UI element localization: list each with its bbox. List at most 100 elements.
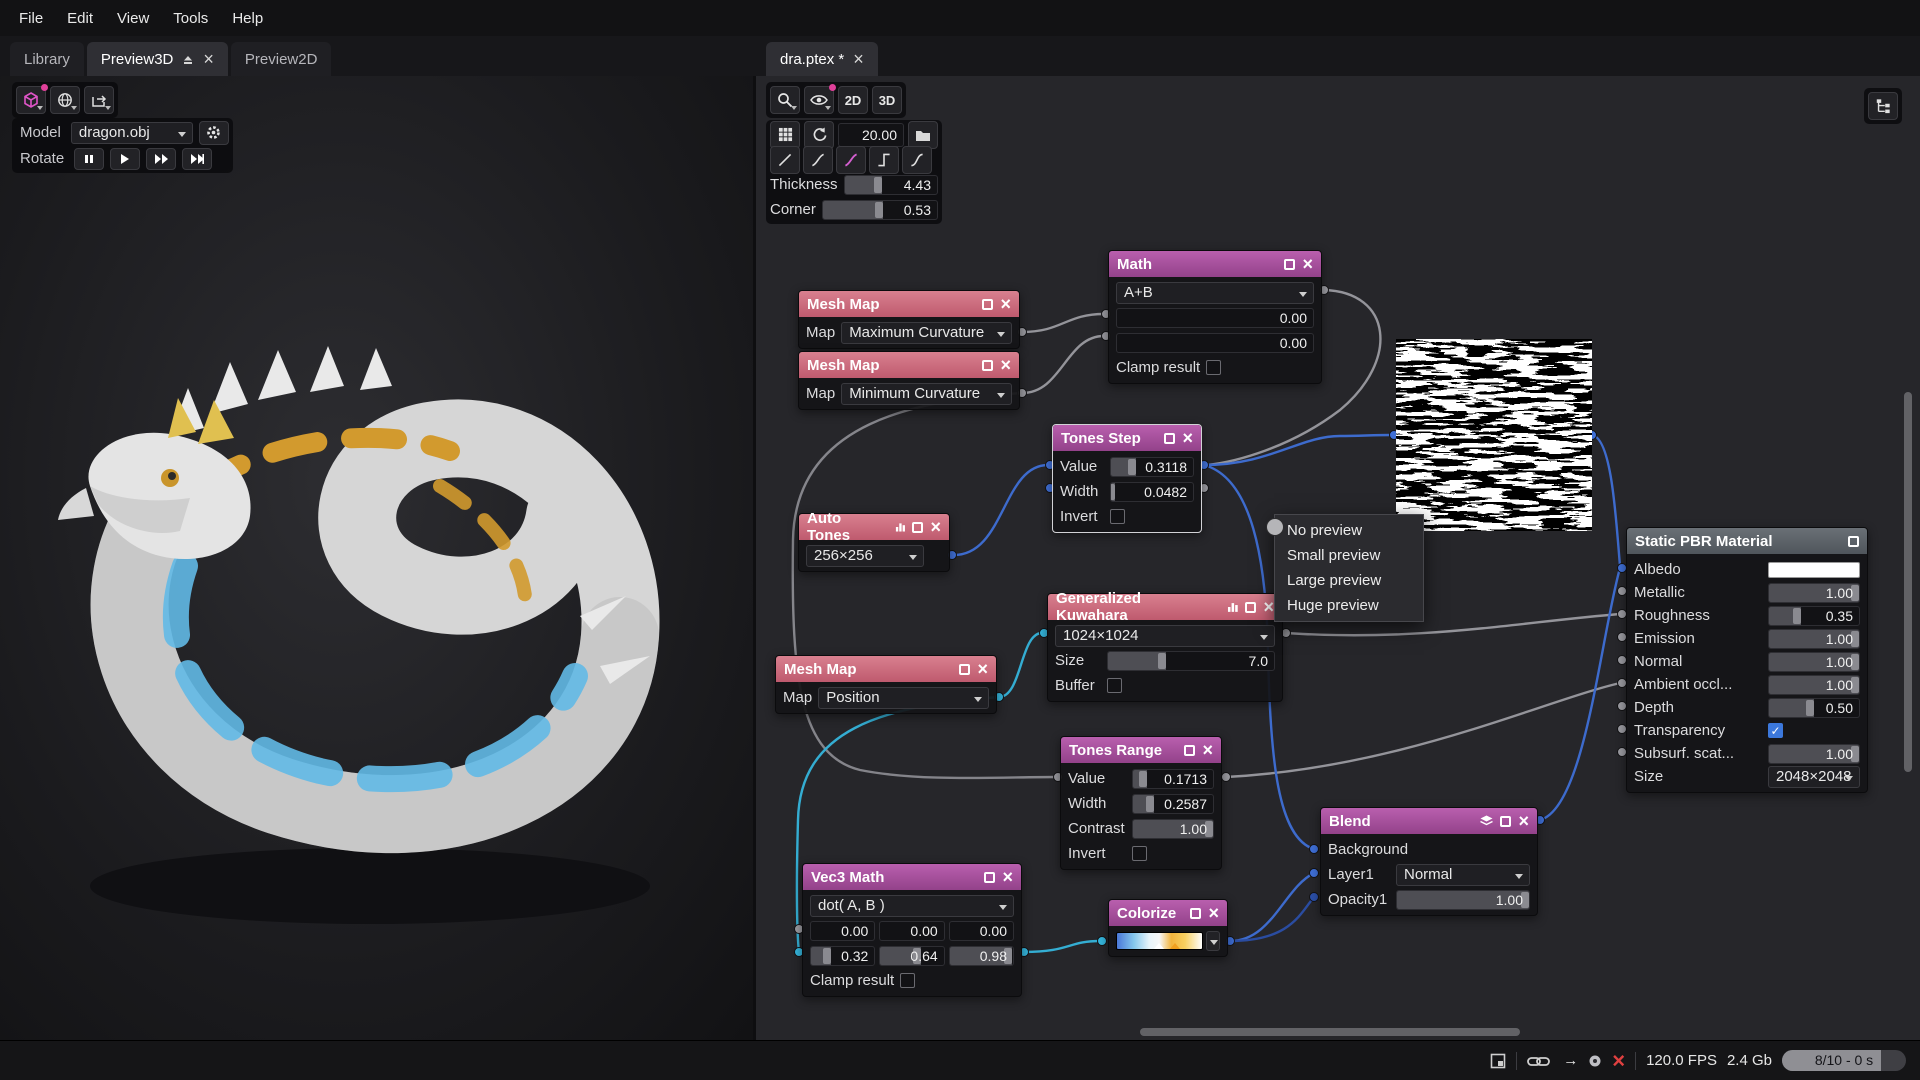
width-slider[interactable]: 0.0482	[1110, 482, 1194, 502]
width-slider[interactable]: 0.2587	[1132, 794, 1214, 814]
preview-toggle-icon[interactable]	[982, 299, 993, 310]
panels-icon[interactable]	[1490, 1053, 1506, 1069]
close-icon[interactable]: ×	[1302, 255, 1313, 273]
node-header[interactable]: Mesh Map ×	[776, 656, 996, 682]
menu-help[interactable]: Help	[221, 5, 274, 32]
horizontal-scrollbar[interactable]	[1140, 1028, 1520, 1036]
corner-slider[interactable]: 0.53	[822, 200, 938, 220]
subsurface-slider[interactable]: 1.00	[1768, 744, 1860, 764]
skip-forward-button[interactable]	[182, 148, 212, 170]
node-header[interactable]: Tones Range ×	[1061, 737, 1221, 763]
node-header[interactable]: Mesh Map ×	[799, 352, 1019, 378]
size-slider[interactable]: 7.0	[1107, 651, 1275, 671]
tab-graph-document[interactable]: dra.ptex * ×	[766, 42, 878, 76]
node-blend[interactable]: Blend × Background Layer1 Normal Opacity…	[1320, 807, 1538, 916]
node-header[interactable]: Math ×	[1109, 251, 1321, 277]
preview-toggle-icon[interactable]	[982, 360, 993, 371]
link-icon[interactable]	[1527, 1054, 1553, 1068]
vec3-a-z[interactable]: 0.00	[949, 921, 1014, 941]
vec3-a-y[interactable]: 0.00	[879, 921, 944, 941]
node-tones-range[interactable]: Tones Range × Value 0.1713 Width 0.2587 …	[1060, 736, 1222, 870]
menu-view[interactable]: View	[106, 5, 160, 32]
node-vec3-math[interactable]: Vec3 Math × dot( A, B ) 0.00 0.00 0.00 0…	[802, 863, 1022, 997]
gradient-stop[interactable]	[1154, 943, 1164, 949]
eject-icon[interactable]	[182, 53, 194, 65]
roughness-slider[interactable]: 0.35	[1768, 606, 1860, 626]
node-generalized-kuwahara[interactable]: Generalized Kuwahara × 1024×1024 Size 7.…	[1047, 593, 1283, 702]
preview-3d-button[interactable]: 3D	[872, 86, 902, 114]
preview-2d-button[interactable]: 2D	[838, 86, 868, 114]
node-header[interactable]: Tones Step ×	[1053, 425, 1201, 451]
close-icon[interactable]: ×	[977, 660, 988, 678]
thickness-slider[interactable]: 4.43	[844, 175, 938, 195]
preview3d-viewport[interactable]	[0, 76, 753, 1040]
map-select[interactable]: Minimum Curvature	[841, 383, 1012, 405]
close-icon[interactable]: ×	[1000, 356, 1011, 374]
ambient-occlusion-slider[interactable]: 1.00	[1768, 675, 1860, 695]
node-static-pbr-material[interactable]: Static PBR Material Albedo Metallic 1.00…	[1626, 527, 1868, 793]
menu-item-small-preview[interactable]: Small preview	[1275, 543, 1423, 568]
stroke-step-button[interactable]	[869, 146, 899, 174]
node-mesh-map-1[interactable]: Mesh Map × Map Maximum Curvature	[798, 290, 1020, 349]
preview-toggle-icon[interactable]	[984, 872, 995, 883]
node-preview-image[interactable]	[1396, 339, 1592, 531]
export-button[interactable]	[84, 86, 114, 114]
emission-slider[interactable]: 1.00	[1768, 629, 1860, 649]
preview-toggle-icon[interactable]	[1184, 745, 1195, 756]
preview-toggle-icon[interactable]	[1164, 433, 1175, 444]
close-icon[interactable]: ×	[930, 518, 941, 536]
pause-button[interactable]	[74, 148, 104, 170]
vec3-b-z[interactable]: 0.98	[949, 946, 1014, 966]
folder-button[interactable]	[908, 121, 938, 149]
stroke-curve-button[interactable]	[803, 146, 833, 174]
close-icon[interactable]: ×	[1518, 812, 1529, 830]
hierarchy-button[interactable]	[1868, 92, 1898, 120]
close-icon[interactable]: ×	[203, 50, 214, 68]
fast-forward-button[interactable]	[146, 148, 176, 170]
preview-toggle-icon[interactable]	[1190, 908, 1201, 919]
stroke-smoothstep-button[interactable]	[902, 146, 932, 174]
menu-item-large-preview[interactable]: Large preview	[1275, 568, 1423, 593]
invert-checkbox[interactable]	[1132, 846, 1147, 861]
map-select[interactable]: Maximum Curvature	[841, 322, 1012, 344]
histogram-icon[interactable]	[1227, 601, 1239, 613]
node-colorize[interactable]: Colorize ×	[1108, 899, 1228, 957]
node-mesh-map-2[interactable]: Mesh Map × Map Minimum Curvature	[798, 351, 1020, 410]
grid-size-field[interactable]: 20.00	[838, 123, 904, 147]
material-preview-button[interactable]	[16, 86, 46, 114]
close-icon[interactable]: ×	[1002, 868, 1013, 886]
node-mesh-map-3[interactable]: Mesh Map × Map Position	[775, 655, 997, 714]
contrast-slider[interactable]: 1.00	[1132, 819, 1214, 839]
vec3-operation-select[interactable]: dot( A, B )	[810, 895, 1014, 917]
math-operation-select[interactable]: A+B	[1116, 282, 1314, 304]
node-header[interactable]: Auto Tones ×	[799, 514, 949, 540]
vec3-a-x[interactable]: 0.00	[810, 921, 875, 941]
vec3-b-x[interactable]: 0.32	[810, 946, 875, 966]
buffer-checkbox[interactable]	[1107, 678, 1122, 693]
preview-toggle-icon[interactable]	[912, 522, 923, 533]
gradient-stop[interactable]	[1170, 943, 1180, 949]
invert-checkbox[interactable]	[1110, 509, 1125, 524]
preview-toggle-icon[interactable]	[1848, 536, 1859, 547]
depth-slider[interactable]: 0.50	[1768, 698, 1860, 718]
albedo-color-swatch[interactable]	[1768, 562, 1860, 578]
map-select[interactable]: Position	[818, 687, 989, 709]
node-math[interactable]: Math × A+B 0.00 0.00 Clamp result	[1108, 250, 1322, 384]
stroke-linear-button[interactable]	[770, 146, 800, 174]
resolution-select[interactable]: 1024×1024	[1055, 625, 1275, 647]
node-header[interactable]: Mesh Map ×	[799, 291, 1019, 317]
menu-item-no-preview[interactable]: No preview	[1275, 518, 1423, 543]
zoom-button[interactable]	[770, 86, 800, 114]
environment-button[interactable]	[50, 86, 80, 114]
close-icon[interactable]: ×	[1182, 429, 1193, 447]
node-header[interactable]: Vec3 Math ×	[803, 864, 1021, 890]
node-header[interactable]: Colorize ×	[1109, 900, 1227, 926]
tab-preview2d[interactable]: Preview2D	[231, 42, 332, 76]
play-button[interactable]	[110, 148, 140, 170]
histogram-icon[interactable]	[895, 521, 906, 533]
close-icon[interactable]: ×	[1000, 295, 1011, 313]
close-icon[interactable]: ×	[1202, 741, 1213, 759]
snap-rotate-button[interactable]	[804, 121, 834, 149]
math-b-slider[interactable]: 0.00	[1116, 333, 1314, 353]
resolution-select[interactable]: 256×256	[806, 545, 924, 567]
